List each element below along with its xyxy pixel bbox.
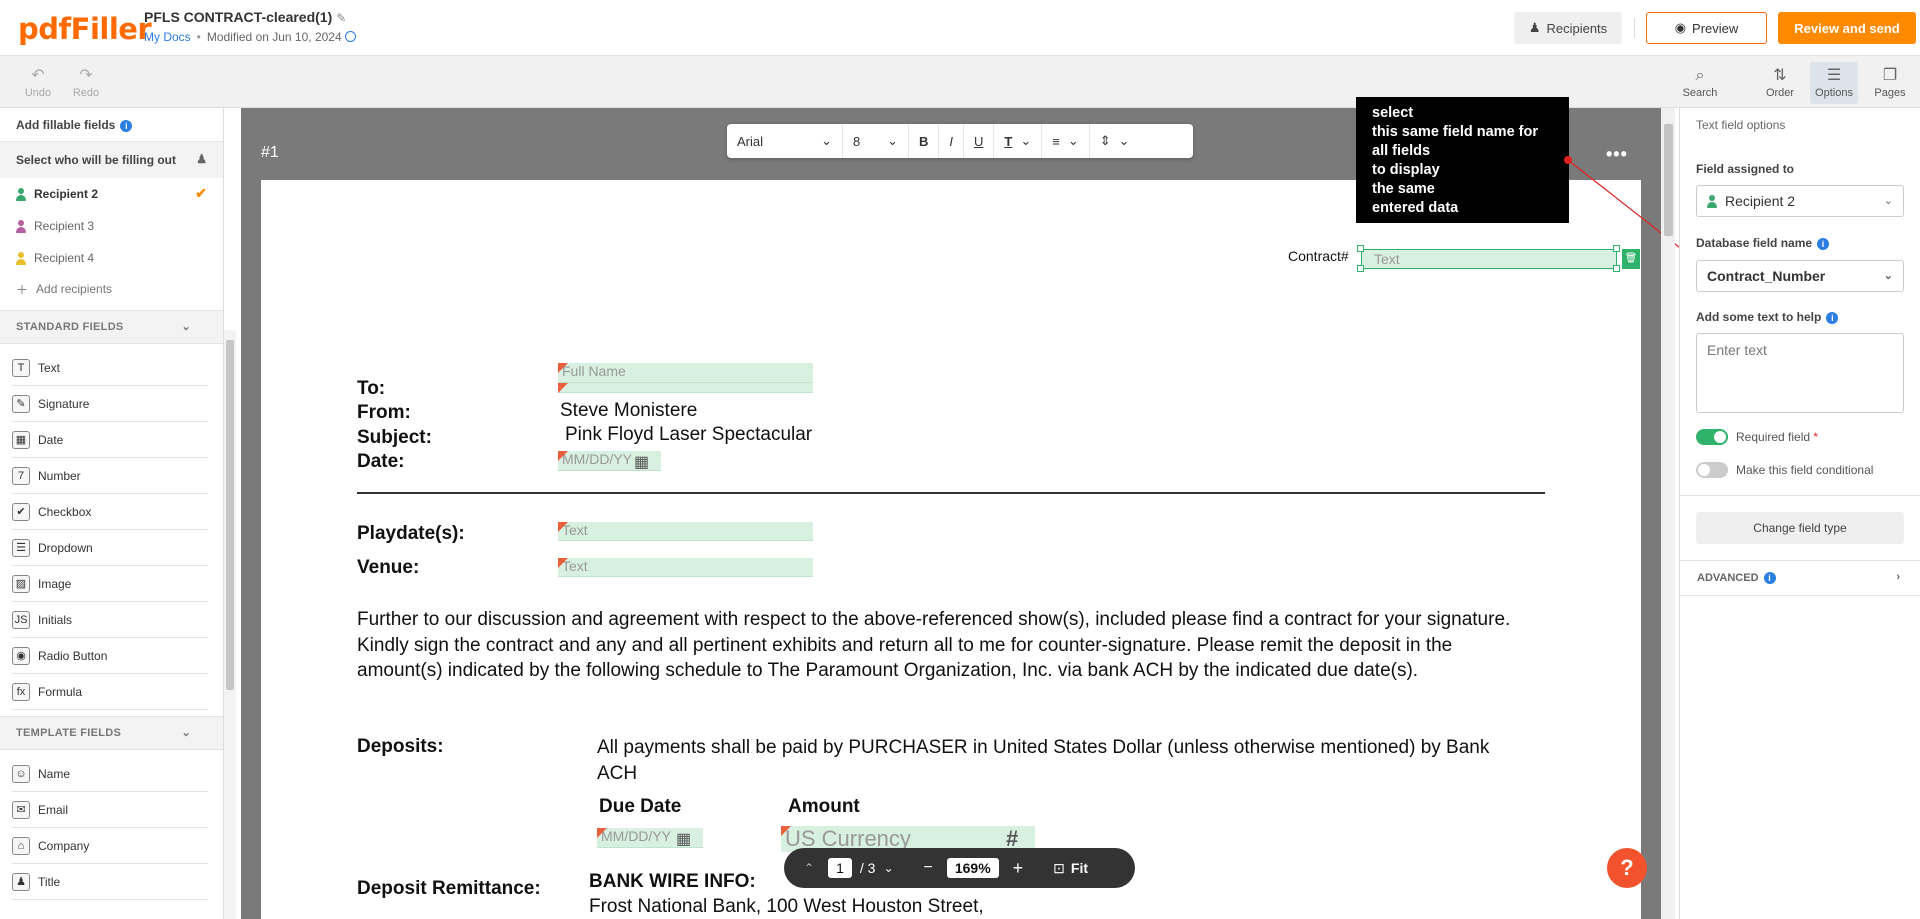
from-label: From: (357, 402, 411, 423)
to-name-field-line2[interactable] (558, 383, 813, 393)
panel-title: Text field options (1696, 118, 1786, 132)
delete-field-icon[interactable]: 🗑 (1622, 249, 1640, 269)
subject-label: Subject: (357, 427, 432, 448)
to-label: To: (357, 378, 386, 399)
assigned-label: Field assigned to (1696, 162, 1795, 176)
deposits-label: Deposits: (357, 736, 444, 757)
deposits-text: All payments shall be paid by PURCHASER … (597, 737, 1490, 784)
zoom-level[interactable]: 169% (946, 858, 999, 878)
due-date-header: Due Date (599, 796, 682, 817)
calendar-icon[interactable]: ▦ (634, 452, 649, 472)
resize-handle[interactable] (1613, 265, 1620, 272)
subject-value: Pink Floyd Laser Spectacular (565, 424, 813, 445)
agreement-paragraph: Further to our discussion and agreement … (357, 609, 1511, 681)
info-icon[interactable]: i (1826, 312, 1839, 324)
fit-page-icon: ⊡ (1053, 859, 1065, 876)
bank-wire-label: BANK WIRE INFO: (589, 871, 756, 892)
amount-header: Amount (788, 796, 860, 817)
resize-handle[interactable] (1357, 245, 1364, 252)
contract-number-label: Contract# (1288, 248, 1349, 264)
canvas-scroll-thumb[interactable] (1664, 124, 1673, 236)
bank-address: Frost National Bank, 100 West Houston St… (589, 896, 984, 917)
person-icon (1707, 194, 1717, 208)
assigned-recipient-select[interactable]: Recipient 2 ⌄ (1696, 185, 1904, 217)
chevron-down-icon[interactable]: ⌄ (883, 861, 893, 875)
page-input[interactable]: 1 (828, 858, 852, 878)
resize-handle[interactable] (1613, 245, 1620, 252)
chevron-right-icon: › (1896, 571, 1900, 583)
database-field-select[interactable]: Contract_Number ⌄ (1696, 260, 1904, 292)
calendar-icon[interactable]: ▦ (676, 829, 691, 849)
required-label: Required field * (1736, 430, 1819, 444)
help-text-input[interactable]: Enter text (1696, 333, 1904, 413)
conditional-label: Make this field conditional (1736, 463, 1874, 477)
info-icon[interactable]: i (1763, 572, 1776, 584)
zoom-in-icon[interactable]: + (1013, 858, 1024, 879)
database-field-label: Database field name i (1696, 236, 1830, 250)
playdates-label: Playdate(s): (357, 523, 465, 544)
playdates-field[interactable]: Text (558, 522, 813, 541)
from-value: Steve Monistere (560, 400, 698, 421)
change-field-type-button[interactable]: Change field type (1696, 512, 1904, 544)
to-name-field[interactable]: Full Name (558, 363, 813, 383)
contract-number-field[interactable]: Text (1361, 249, 1617, 269)
date-label: Date: (357, 451, 405, 472)
divider (1679, 495, 1920, 496)
zoom-out-icon[interactable]: − (924, 859, 933, 877)
help-text-label: Add some text to help i (1696, 310, 1839, 324)
venue-label: Venue: (357, 557, 420, 578)
page-navigator: ⌃ 1 / 3 ⌄ − 169% + ⊡ Fit (784, 848, 1135, 888)
chevron-up-icon[interactable]: ⌃ (804, 861, 814, 875)
page-total: / 3 (859, 860, 876, 876)
conditional-toggle[interactable] (1696, 462, 1728, 478)
resize-handle[interactable] (1357, 265, 1364, 272)
horizontal-rule (357, 492, 1545, 494)
info-icon[interactable]: i (1817, 238, 1830, 250)
advanced-section[interactable]: ADVANCED i › (1679, 560, 1920, 596)
fit-button[interactable]: ⊡ Fit (1053, 860, 1088, 877)
help-button[interactable]: ? (1607, 848, 1647, 888)
chevron-down-icon: ⌄ (1883, 270, 1893, 282)
deposit-remittance-label: Deposit Remittance: (357, 878, 541, 899)
required-toggle[interactable] (1696, 429, 1728, 445)
venue-field[interactable]: Text (558, 558, 813, 577)
chevron-down-icon: ⌄ (1883, 195, 1893, 207)
